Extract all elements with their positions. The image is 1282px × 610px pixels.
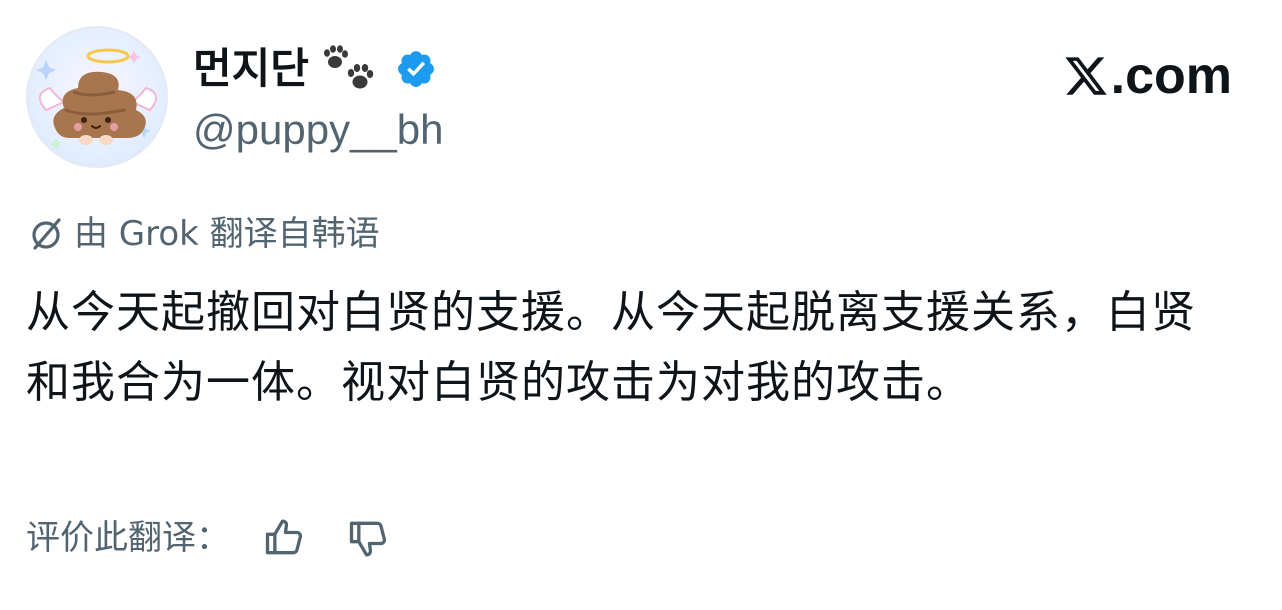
rate-translation-label: 评价此翻译： <box>26 518 230 558</box>
thumbs-down-button[interactable] <box>342 512 394 564</box>
x-com-brand: .com <box>1063 44 1232 108</box>
brand-domain-text: .com <box>1110 47 1232 105</box>
tweet-translated-text: 从今天起撤回对白贤的支援。从今天起脱离支援关系，白贤和我合为一体。视对白贤的攻击… <box>26 287 1196 408</box>
translation-note: 由 Grok 翻译自韩语 <box>26 212 380 256</box>
paw-prints-icon <box>319 43 379 95</box>
thumbs-up-icon <box>265 519 303 555</box>
grok-icon <box>32 218 61 250</box>
avatar[interactable] <box>26 26 168 168</box>
author-name-row[interactable]: 먼지단 <box>193 38 437 100</box>
author-handle[interactable]: @puppy__bh <box>193 104 444 156</box>
thumbs-down-icon <box>349 521 387 557</box>
rate-translation-row: 评价此翻译： <box>26 512 394 564</box>
verified-badge-icon <box>395 48 437 90</box>
thumbs-up-button[interactable] <box>258 512 310 564</box>
poop-angel-avatar-icon <box>26 26 168 168</box>
translation-note-text: 由 Grok 翻译自韩语 <box>74 214 380 254</box>
x-logo-icon <box>1065 57 1107 95</box>
author-display-name[interactable]: 먼지단 <box>193 48 309 90</box>
